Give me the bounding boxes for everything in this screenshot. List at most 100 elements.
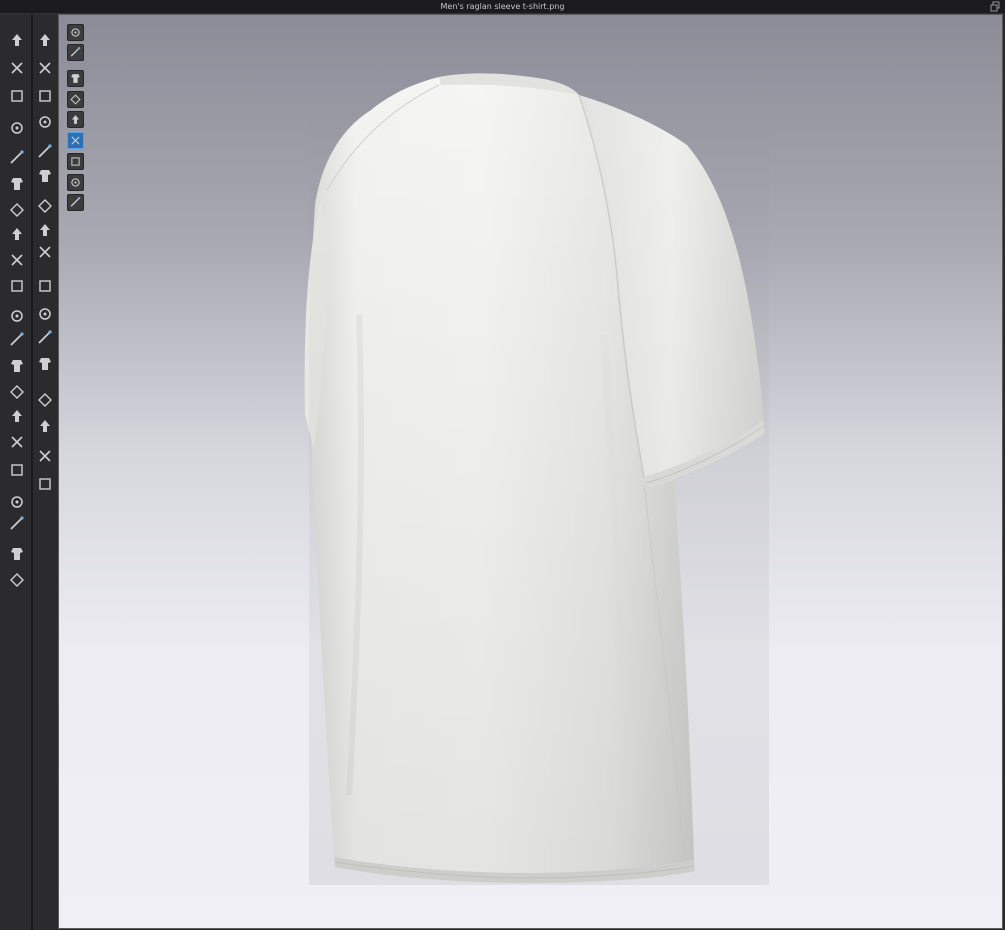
transform-pattern-icon	[11, 62, 23, 74]
garment-fit-icon[interactable]	[7, 118, 27, 138]
split-arrows-icon[interactable]	[35, 474, 55, 494]
stitch-icon[interactable]	[35, 196, 55, 216]
segment-rotate-icon[interactable]	[7, 148, 27, 168]
fabric-box-icon	[10, 332, 24, 346]
square-solid-icon	[39, 450, 51, 462]
line-tool-icon	[11, 254, 23, 266]
line-tool-icon[interactable]	[7, 250, 27, 270]
zipper-icon	[40, 224, 50, 236]
ruler-diagonal-icon[interactable]	[7, 492, 27, 512]
pin-tool-icon	[12, 410, 22, 422]
button-icon[interactable]	[35, 276, 55, 296]
curve-point-icon	[10, 203, 24, 217]
panel-toggle-icon[interactable]	[35, 354, 55, 374]
fabric-mode-icon	[70, 94, 81, 105]
garment-view-icon[interactable]	[67, 70, 84, 87]
shirt-front-icon	[11, 548, 23, 560]
title-bar: Men's raglan sleeve t-shirt.png	[0, 0, 1005, 14]
pin-tool-icon[interactable]	[7, 406, 27, 426]
avatar-pose-icon[interactable]	[35, 30, 55, 50]
seam-taping-icon	[38, 144, 52, 158]
segment-rotate-icon	[10, 150, 24, 164]
measure-tape-icon	[11, 464, 23, 476]
fold-garment-icon[interactable]	[7, 356, 27, 376]
fabric-box-icon[interactable]	[7, 330, 27, 350]
avatar-size-icon[interactable]	[35, 328, 55, 348]
texture-brush-icon	[11, 310, 23, 322]
move-down-icon[interactable]	[7, 30, 27, 50]
garment-fit-icon	[11, 122, 23, 134]
hide-eye-icon[interactable]	[7, 276, 27, 296]
panel-toggle-icon	[39, 358, 51, 370]
stitch-icon	[38, 199, 52, 213]
sew-segment-icon	[39, 90, 51, 102]
display-garment-icon[interactable]	[67, 44, 84, 61]
thickness-render-icon[interactable]	[67, 153, 84, 170]
3d-viewport[interactable]	[58, 14, 1003, 929]
pen-tool-icon[interactable]	[7, 514, 27, 534]
point-on-line-icon[interactable]	[7, 174, 27, 194]
curve-point-icon[interactable]	[7, 200, 27, 220]
square-panel-icon	[38, 393, 52, 407]
shirt-back-icon	[10, 573, 24, 587]
edit-curve-icon	[11, 90, 23, 102]
split-arrows-icon	[39, 478, 51, 490]
avatar-view-icon	[71, 115, 80, 124]
point-on-line-icon	[11, 178, 23, 190]
avatar-figure-icon[interactable]	[7, 432, 27, 452]
avatar-pose-icon	[40, 34, 50, 46]
free-sew-icon[interactable]	[35, 112, 55, 132]
buttonhole-icon	[39, 246, 51, 258]
hide-eye-icon	[11, 280, 23, 292]
display-avatar-icon	[71, 28, 80, 37]
cut-seam-icon	[39, 170, 51, 182]
square-panel-icon[interactable]	[35, 390, 55, 410]
mesh-globe-icon	[70, 197, 81, 207]
move-down-icon	[12, 34, 22, 46]
texture-brush-icon[interactable]	[7, 306, 27, 326]
texture-surface-icon[interactable]	[67, 132, 84, 149]
buttonhole-icon[interactable]	[35, 242, 55, 262]
zipper-icon[interactable]	[35, 220, 55, 240]
window-title: Men's raglan sleeve t-shirt.png	[440, 2, 565, 11]
square-solid-icon[interactable]	[35, 446, 55, 466]
avatar-size-icon	[38, 330, 52, 344]
avatar-figure-icon	[11, 436, 23, 448]
fold-garment-icon	[11, 360, 23, 372]
display-avatar-icon[interactable]	[67, 24, 84, 41]
seam-taping-icon[interactable]	[35, 142, 55, 162]
avatar-silhouette-icon[interactable]	[67, 174, 84, 191]
arrange-box-icon	[10, 385, 24, 399]
sewing-machine-icon	[12, 228, 22, 240]
avatar-view-icon[interactable]	[67, 111, 84, 128]
free-sew-icon	[39, 116, 51, 128]
select-move-icon	[39, 62, 51, 74]
mesh-globe-icon[interactable]	[67, 194, 84, 211]
left-toolbar	[0, 14, 58, 930]
restore-window-icon[interactable]	[990, 1, 1001, 12]
sew-segment-icon[interactable]	[35, 86, 55, 106]
shirt-front-icon[interactable]	[7, 544, 27, 564]
cut-seam-icon[interactable]	[35, 166, 55, 186]
application-window: Men's raglan sleeve t-shirt.png	[0, 0, 1005, 930]
ruler-diagonal-icon	[11, 496, 23, 508]
pen-tool-icon	[10, 516, 24, 530]
fabric-mode-icon[interactable]	[67, 91, 84, 108]
texture-surface-icon	[71, 136, 80, 145]
button-icon	[39, 280, 51, 292]
toolbar-divider	[31, 14, 33, 930]
display-garment-icon	[70, 47, 81, 57]
thickness-render-icon	[71, 157, 80, 166]
avatar-silhouette-icon	[71, 178, 80, 187]
transform-pattern-icon[interactable]	[7, 58, 27, 78]
garment-3d-render[interactable]	[59, 15, 1003, 929]
edit-curve-icon[interactable]	[7, 86, 27, 106]
measure-tape-icon[interactable]	[7, 460, 27, 480]
panel-duplicate-icon[interactable]	[35, 416, 55, 436]
shirt-back-icon[interactable]	[7, 570, 27, 590]
arrange-box-icon[interactable]	[7, 382, 27, 402]
button-lock-icon[interactable]	[35, 304, 55, 324]
button-lock-icon	[39, 308, 51, 320]
select-move-icon[interactable]	[35, 58, 55, 78]
sewing-machine-icon[interactable]	[7, 224, 27, 244]
